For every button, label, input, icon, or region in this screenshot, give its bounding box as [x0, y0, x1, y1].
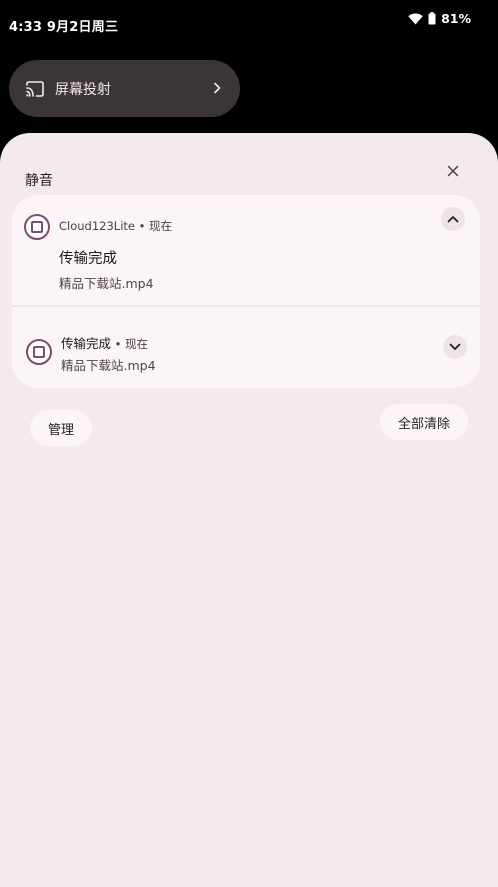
close-icon: [447, 165, 459, 177]
chevron-down-icon: [449, 343, 461, 350]
notification-divider: [12, 305, 480, 307]
cast-icon: [26, 80, 44, 97]
screen-cast-tile[interactable]: 屏幕投射: [9, 60, 240, 117]
notification-title-row[interactable]: 传输完成 • 现在: [61, 333, 148, 352]
collapse-button[interactable]: [441, 207, 465, 231]
app-icon: [24, 214, 50, 240]
battery-icon: [428, 12, 436, 25]
notification-title: 传输完成: [61, 336, 112, 351]
wifi-icon: [408, 13, 423, 24]
notification-time: • 现在: [111, 337, 149, 351]
chevron-right-icon: [214, 82, 221, 94]
notification-header: Cloud123Lite • 现在: [59, 219, 173, 233]
clear-section-button[interactable]: [443, 161, 463, 181]
status-bar: 4:33 9月2日周三 81%: [0, 0, 498, 40]
screen-cast-label: 屏幕投射: [55, 81, 111, 98]
status-icons: 81%: [408, 11, 471, 26]
status-time-date: 4:33 9月2日周三: [9, 20, 119, 35]
notification-body[interactable]: 精品下载站.mp4: [59, 273, 154, 292]
clear-all-button[interactable]: 全部清除: [380, 404, 468, 440]
notification-title[interactable]: 传输完成: [59, 247, 117, 268]
manage-button[interactable]: 管理: [30, 410, 92, 446]
app-icon: [26, 339, 52, 365]
notification-body[interactable]: 精品下载站.mp4: [61, 355, 156, 374]
chevron-up-icon: [447, 216, 459, 223]
notification-shade: 静音 Cloud123Lite • 现在 传输完成 精品下载站.mp4 传输完成…: [0, 133, 498, 887]
expand-button[interactable]: [443, 335, 467, 359]
battery-percent: 81%: [441, 11, 471, 26]
silent-section-title: 静音: [25, 173, 53, 189]
notification-group: Cloud123Lite • 现在 传输完成 精品下载站.mp4 传输完成 • …: [12, 195, 480, 388]
